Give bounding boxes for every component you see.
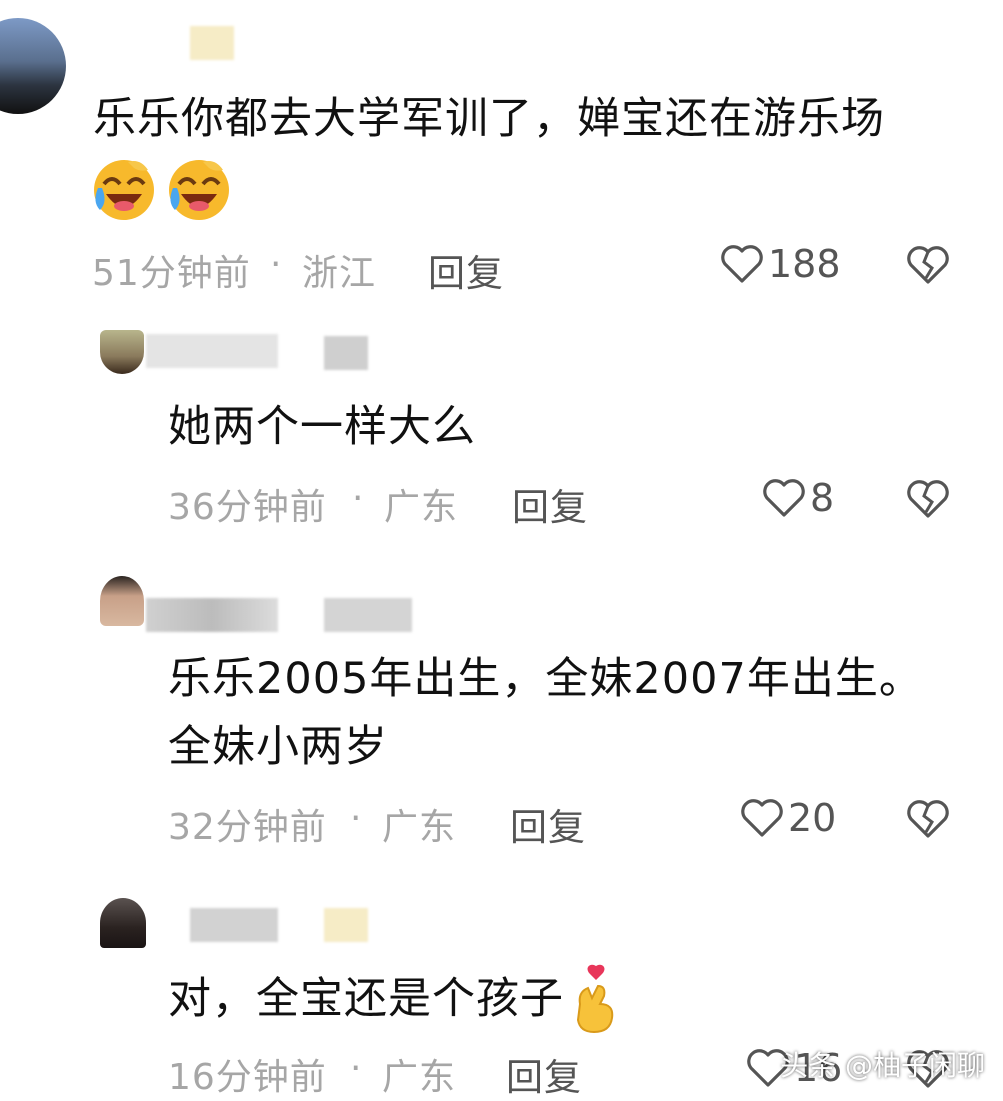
username-blurred[interactable] bbox=[190, 908, 278, 942]
like-button[interactable]: 8 bbox=[762, 476, 834, 520]
broken-heart-icon[interactable] bbox=[906, 244, 950, 286]
avatar[interactable] bbox=[100, 898, 146, 948]
comment-2: 她两个一样大么 36分钟前 · 广东 回复 8 bbox=[0, 310, 1003, 550]
comment-time: 36分钟前 bbox=[168, 487, 327, 528]
comment-time: 51分钟前 bbox=[92, 253, 251, 294]
badge-blurred bbox=[324, 336, 368, 370]
broken-heart-icon[interactable] bbox=[906, 478, 950, 520]
comment-text-line-1: 乐乐2005年出生，全妹2007年出生。 bbox=[168, 654, 923, 704]
broken-heart-icon[interactable] bbox=[906, 798, 950, 840]
finger-heart-emoji bbox=[576, 964, 614, 1034]
like-count: 8 bbox=[810, 476, 835, 520]
meta-separator: · bbox=[350, 1048, 363, 1089]
like-button[interactable]: 20 bbox=[740, 796, 836, 840]
comment-location: 广东 bbox=[382, 1057, 457, 1098]
reply-button[interactable]: 回复 bbox=[510, 797, 586, 851]
comment-location: 浙江 bbox=[302, 253, 377, 294]
watermark: 头条 @柚子闲聊 bbox=[780, 1049, 985, 1082]
comment-text-row: 对，全宝还是个孩子 bbox=[168, 964, 620, 1034]
laugh-cry-emoji bbox=[169, 160, 230, 220]
like-button[interactable]: 188 bbox=[720, 242, 841, 286]
avatar[interactable] bbox=[100, 330, 144, 374]
comment-time: 16分钟前 bbox=[168, 1057, 327, 1098]
comment-text: 她两个一样大么 bbox=[168, 402, 476, 452]
comment-3: 乐乐2005年出生，全妹2007年出生。 全妹小两岁 32分钟前 · 广东 回复… bbox=[0, 560, 1003, 880]
meta-separator: · bbox=[352, 478, 365, 519]
avatar[interactable] bbox=[100, 576, 144, 626]
like-count: 20 bbox=[788, 796, 837, 840]
comment-text: 对，全宝还是个孩子 bbox=[168, 974, 564, 1024]
reply-button[interactable]: 回复 bbox=[428, 243, 504, 297]
avatar[interactable] bbox=[0, 18, 66, 114]
like-count: 188 bbox=[768, 242, 841, 286]
meta-separator: · bbox=[270, 244, 283, 285]
comment-location: 广东 bbox=[384, 487, 459, 528]
heart-outline-icon bbox=[763, 479, 805, 517]
comment-1: 乐乐你都去大学军训了，婵宝还在游乐场 51分钟前 · 浙江 回复 188 bbox=[0, 0, 1003, 310]
heart-outline-icon bbox=[721, 245, 763, 283]
username-blurred[interactable] bbox=[146, 334, 278, 368]
comment-time: 32分钟前 bbox=[168, 807, 327, 848]
username-blurred[interactable] bbox=[146, 598, 278, 632]
reply-button[interactable]: 回复 bbox=[512, 477, 588, 531]
badge-blurred bbox=[324, 908, 368, 942]
comment-location: 广东 bbox=[382, 807, 457, 848]
reply-button[interactable]: 回复 bbox=[506, 1047, 582, 1101]
badge-blurred bbox=[324, 598, 412, 632]
comment-text-line-2: 全妹小两岁 bbox=[168, 722, 388, 772]
comment-emojis bbox=[90, 154, 233, 226]
laugh-cry-emoji bbox=[94, 160, 154, 220]
comment-text: 乐乐你都去大学军训了，婵宝还在游乐场 bbox=[93, 94, 885, 144]
heart-outline-icon bbox=[741, 799, 783, 837]
meta-separator: · bbox=[350, 798, 363, 839]
username-blurred[interactable] bbox=[190, 26, 234, 60]
